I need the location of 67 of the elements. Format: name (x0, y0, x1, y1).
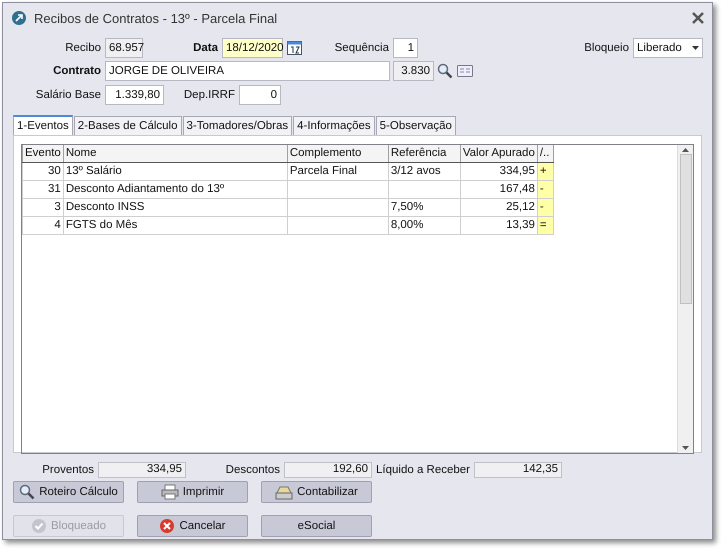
close-icon[interactable] (692, 12, 704, 24)
table-cell: 167,48 (460, 180, 538, 198)
table-cell: 31 (22, 180, 64, 198)
tab[interactable]: 4-Informações (293, 116, 375, 135)
field-label: Recibo (64, 42, 102, 54)
contract-code-field[interactable]: 3.830 (393, 60, 434, 80)
table-cell: Desconto Adiantamento do 13º (63, 180, 288, 198)
tab[interactable]: 3-Tomadores/Obras (182, 116, 292, 135)
total-label: Descontos (224, 464, 281, 476)
field-label: Dep.IRRF (182, 88, 236, 100)
total-field: 142,35 (474, 462, 562, 478)
table-cell: 3/12 avos (388, 162, 460, 180)
column-header[interactable]: Complemento (287, 145, 388, 162)
column-header[interactable]: /.. (537, 145, 554, 162)
table-cell: 7,50% (388, 198, 460, 216)
printer-icon (160, 484, 179, 500)
cancel-icon (159, 518, 176, 534)
base-salary-field[interactable]: 1.339,80 (105, 84, 164, 104)
cash-register-icon (275, 484, 294, 500)
total-label: Proventos (41, 464, 95, 476)
table-cell: 13,39 (460, 216, 538, 234)
tab[interactable]: 1-Eventos (13, 115, 73, 135)
field-label: Contrato (52, 64, 102, 76)
table-cell: FGTS do Mês (63, 216, 288, 234)
dropdown-arrow-icon (692, 46, 699, 50)
scrollbar[interactable] (677, 145, 693, 453)
total-field: 334,95 (98, 462, 186, 478)
action-button[interactable]: Roteiro Cálculo (13, 481, 124, 503)
calendar-icon[interactable] (285, 38, 303, 56)
total-label: Líquido a Receber (375, 464, 471, 476)
scroll-up-icon[interactable] (682, 148, 689, 152)
field-label: Sequência (334, 42, 390, 54)
table-cell: Parcela Final (287, 162, 388, 180)
table-cell: 3 (22, 198, 64, 216)
table-cell: 13º Salário (63, 162, 288, 180)
table-cell: Desconto INSS (63, 198, 288, 216)
total-field: 192,60 (284, 462, 372, 478)
action-button[interactable]: Contabilizar (261, 481, 372, 503)
tab[interactable]: 5-Observação (376, 116, 456, 135)
column-header[interactable]: Valor Apurado (460, 145, 538, 162)
column-header[interactable]: Nome (63, 145, 288, 162)
table-cell: 334,95 (460, 162, 538, 180)
field-label: Data (192, 42, 219, 54)
receipt-field[interactable]: 68.957 (105, 38, 143, 58)
sequence-field[interactable]: 1 (393, 38, 418, 58)
search-icon (19, 484, 36, 500)
checkmark-icon (31, 518, 47, 534)
dependents-field[interactable]: 0 (239, 84, 281, 104)
scroll-down-icon[interactable] (682, 446, 689, 450)
contract-field[interactable]: JORGE DE OLIVEIRA (105, 60, 390, 80)
dialog-button[interactable]: Cancelar (137, 515, 248, 537)
table-cell: 25,12 (460, 198, 538, 216)
lock-status-dropdown[interactable]: Liberado (633, 38, 703, 58)
column-header[interactable]: Referência (388, 145, 460, 162)
table-cell: 8,00% (388, 216, 460, 234)
column-header[interactable]: Evento (22, 145, 64, 162)
app-icon (11, 10, 27, 26)
search-icon[interactable] (436, 62, 454, 80)
date-field[interactable]: 18/12/2020 (222, 38, 283, 58)
field-label: Salário Base (34, 88, 102, 100)
tab[interactable]: 2-Bases de Cálculo (74, 116, 182, 135)
window-title: Recibos de Contratos - 13º - Parcela Final (34, 10, 278, 26)
dialog-button[interactable]: eSocial (261, 515, 372, 537)
field-label: Bloqueio (583, 42, 630, 54)
table-cell: 4 (22, 216, 64, 234)
table-cell: 30 (22, 162, 64, 180)
action-button[interactable]: Imprimir (137, 481, 248, 503)
